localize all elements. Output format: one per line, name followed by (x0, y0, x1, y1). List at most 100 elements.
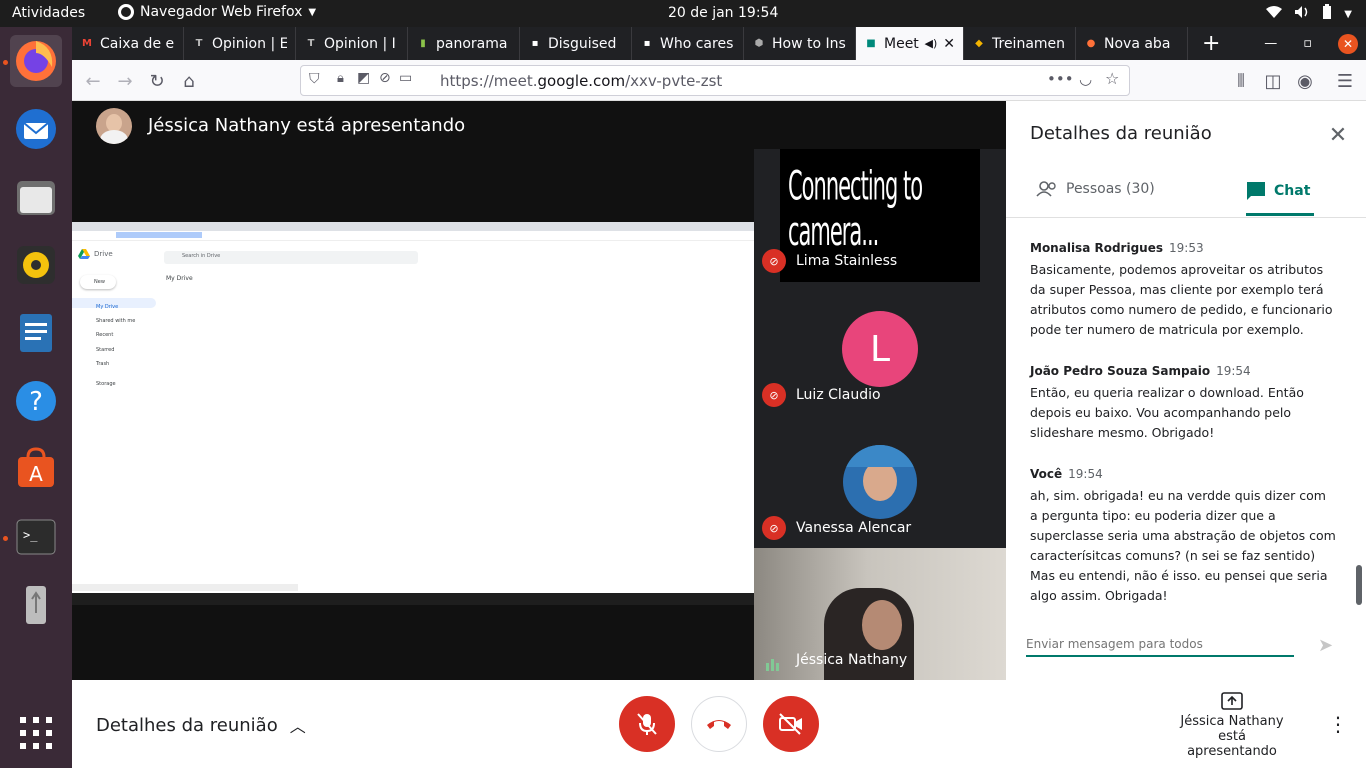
participant-tile[interactable]: Jéssica Nathany (754, 548, 1006, 681)
new-tab-button[interactable]: + (1188, 27, 1234, 60)
files-icon[interactable] (10, 171, 62, 223)
drive-nav-item: Shared with me (96, 318, 136, 325)
drive-search: Search in Drive (164, 251, 418, 264)
chevron-up-icon: ︿ (289, 717, 306, 736)
mic-off-icon (637, 713, 657, 735)
chevron-down-icon: ▼ (308, 6, 317, 18)
tab-meet[interactable]: ■ Meet ◀) ✕ (856, 27, 964, 60)
menu-icon[interactable]: ☰ (1334, 70, 1356, 92)
tab-treinamento[interactable]: ◆ Treinamen (964, 27, 1076, 60)
send-icon[interactable]: ➤ (1318, 635, 1333, 656)
terminal-icon[interactable]: >_ (10, 511, 62, 563)
rhythmbox-icon[interactable] (10, 239, 62, 291)
bookmark-star-icon[interactable]: ☆ (1105, 69, 1119, 88)
drive-new-label: New (94, 279, 105, 285)
tab-label: Opinion | I (324, 35, 396, 52)
presenter-label: Jéssica Nathany está apresentando (148, 115, 466, 136)
forward-icon[interactable]: → (114, 70, 136, 92)
tab-gmail[interactable]: M Caixa de e (72, 27, 184, 60)
chat-input-placeholder: Enviar mensagem para todos (1026, 637, 1203, 651)
chat-icon (1247, 182, 1265, 200)
shared-status-bar (72, 584, 298, 591)
tab-panorama[interactable]: ▮ panorama (408, 27, 520, 60)
firefox-icon[interactable] (10, 35, 62, 87)
message-sender: Monalisa Rodrigues (1030, 241, 1163, 255)
camera-overlay-text: Connecting to camera... (788, 163, 923, 255)
tab-people[interactable]: Pessoas (30) (1036, 181, 1155, 197)
lock-icon[interactable]: 🔒︎ (337, 71, 344, 86)
avatar (96, 108, 132, 144)
show-apps-icon[interactable] (10, 707, 62, 759)
participant-tile[interactable]: L ⊘ Luiz Claudio (754, 282, 1006, 415)
chat-permission-icon[interactable]: ▭ (399, 70, 412, 86)
more-options-icon[interactable]: ⋮ (1328, 712, 1348, 736)
close-tab-icon[interactable]: ✕ (943, 36, 955, 52)
tab-people-label: Pessoas (30) (1066, 181, 1155, 197)
participant-tile[interactable]: ⊘ Vanessa Alencar (754, 415, 1006, 548)
reload-icon[interactable]: ↻ (146, 70, 168, 92)
meet-stage: Jéssica Nathany está apresentando Drive … (72, 101, 1006, 681)
shared-address-bar (72, 232, 754, 241)
mic-toggle-button[interactable] (619, 696, 675, 752)
chat-input[interactable]: Enviar mensagem para todos (1026, 635, 1294, 657)
present-now-button[interactable]: Jéssica Nathany está apresentando (1172, 692, 1292, 759)
participant-name: Jéssica Nathany (796, 652, 908, 668)
tab-label: Opinion | E (212, 35, 287, 52)
tab-who-cares[interactable]: ▪ Who cares (632, 27, 744, 60)
tab-opinion-1[interactable]: T Opinion | E (184, 27, 296, 60)
close-icon[interactable]: ✕ (1324, 121, 1352, 149)
camera-off-icon (779, 713, 802, 735)
speaker-icon[interactable]: ◀) (925, 37, 938, 50)
pocket-icon[interactable]: ◡ (1079, 70, 1092, 88)
writer-icon[interactable] (10, 307, 62, 359)
drive-nav-item: Starred (96, 346, 115, 353)
close-window-icon[interactable]: ✕ (1338, 33, 1358, 54)
thunderbird-icon[interactable] (10, 103, 62, 155)
tab-opinion-2[interactable]: T Opinion | I (296, 27, 408, 60)
url-bar[interactable]: ⛉ 🔒︎ ◩ ⊘ ▭ https://meet.google.com/xxv-p… (300, 65, 1130, 96)
running-indicator (3, 536, 8, 541)
page-actions-icon[interactable]: ••• (1047, 70, 1074, 88)
tab-nova-aba[interactable]: ● Nova aba (1076, 27, 1188, 60)
tab-chat[interactable]: Chat (1246, 181, 1310, 201)
back-icon[interactable]: ← (82, 70, 104, 92)
message-sender: Você (1030, 467, 1063, 481)
activities-button[interactable]: Atividades (12, 5, 85, 21)
person-face (862, 600, 902, 650)
camera-toggle-button[interactable] (763, 696, 819, 752)
mic-blocked-icon[interactable]: ⊘ (379, 70, 391, 86)
help-icon[interactable]: ? (10, 375, 62, 427)
wifi-icon (1266, 5, 1283, 23)
usb-drive-icon[interactable] (10, 579, 62, 631)
app-menu[interactable]: Navegador Web Firefox ▼ (118, 4, 316, 20)
firefox-small-icon: ● (1086, 38, 1096, 49)
tab-how-to[interactable]: ⬢ How to Ins (744, 27, 856, 60)
panel-title: Detalhes da reunião (1030, 123, 1212, 144)
library-icon[interactable]: ⫴ (1230, 70, 1252, 92)
meeting-details-toggle[interactable]: Detalhes da reunião ︿ (96, 713, 306, 737)
camera-blocked-icon[interactable]: ◩ (357, 70, 370, 86)
system-tray[interactable]: ▼ (1266, 4, 1352, 24)
url-path: /xxv-pvte-zst (625, 72, 723, 90)
participant-name: Lima Stainless (796, 253, 898, 269)
chat-scrollbar[interactable] (1356, 565, 1362, 605)
minimize-icon[interactable]: — (1264, 36, 1277, 51)
firefox-small-icon (118, 4, 134, 20)
drive-nav: My Drive Shared with me Recent Starred T… (96, 300, 135, 391)
message-body: Então, eu queria realizar o download. En… (1030, 385, 1304, 440)
svg-text:?: ? (29, 387, 43, 417)
maximize-icon[interactable]: ▫ (1303, 36, 1312, 51)
site-icon: ◆ (975, 38, 983, 49)
account-icon[interactable]: ◉ (1294, 70, 1316, 92)
tab-disguised[interactable]: ▪ Disguised (520, 27, 632, 60)
sidebar-icon[interactable]: ◫ (1262, 70, 1284, 92)
clock[interactable]: 20 de jan 19:54 (668, 5, 778, 21)
leave-call-button[interactable] (691, 696, 747, 752)
shield-icon[interactable]: ⛉ (309, 71, 320, 87)
url-text: https://meet.google.com/xxv-pvte-zst (440, 72, 722, 90)
svg-text:A: A (29, 462, 43, 486)
tab-strip: M Caixa de e T Opinion | E T Opinion | I ▮ p… (72, 27, 1366, 60)
home-icon[interactable]: ⌂ (178, 70, 200, 92)
participant-tile[interactable]: Connecting to camera... ⊘ Lima Stainless (754, 149, 1006, 282)
software-icon[interactable]: A (10, 443, 62, 495)
